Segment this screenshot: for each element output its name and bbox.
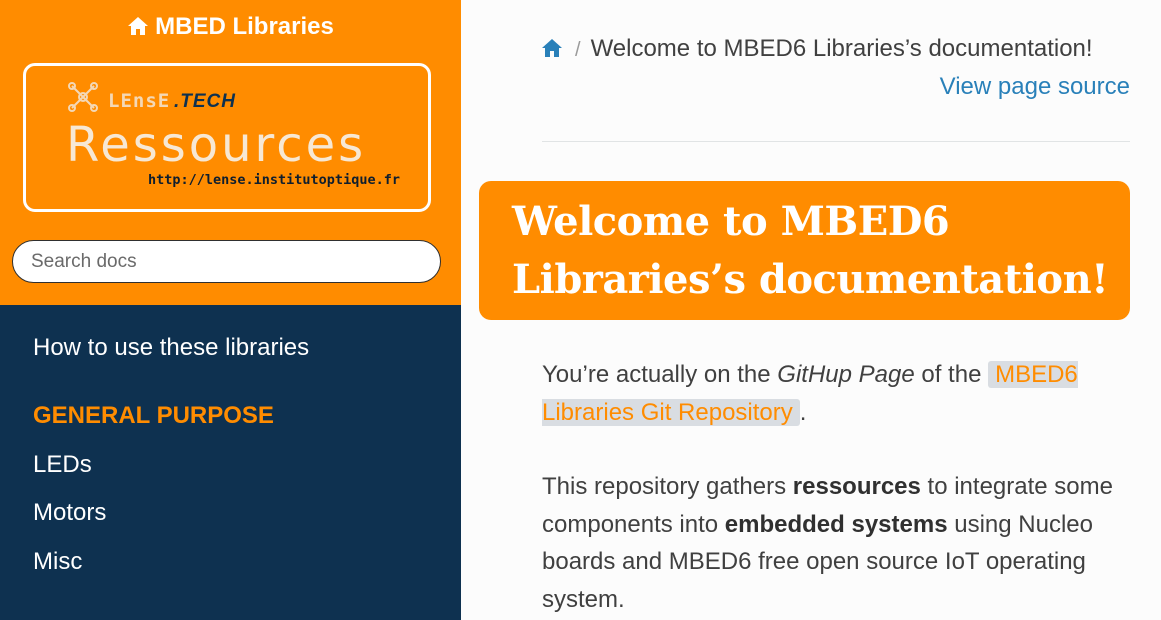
page-title: Welcome to MBED6 Libraries’s documentati… [512,198,1109,303]
network-nodes-icon [66,80,100,119]
intro-text-3: . [799,398,807,426]
logo-brand-suffix: .TECH [174,91,236,112]
nav-item-leds[interactable]: LEDs [33,450,92,480]
project-home-link[interactable]: MBED Libraries [0,12,461,44]
sidebar: MBED Libraries LEnsE .TECH Ressources ht… [0,0,461,620]
main-content: / Welcome to MBED6 Libraries’s documentat… [461,0,1161,620]
intro-text-1: You’re actually on the [542,361,778,388]
intro-paragraph: You’re actually on the GitHup Page of th… [542,356,1132,431]
sidebar-header: MBED Libraries LEnsE .TECH Ressources ht… [0,0,461,305]
desc-bold-1: ressources [792,473,921,500]
description-paragraph: This repository gathers ressources to in… [542,468,1132,618]
breadcrumb-home-icon[interactable] [541,36,563,66]
intro-text-2: of the [914,361,989,388]
header-divider [542,141,1130,142]
nav-item-motors[interactable]: Motors [33,498,106,528]
breadcrumb: / Welcome to MBED6 Libraries’s documentat… [541,34,1131,66]
desc-text-1: This repository gathers [542,473,793,500]
desc-bold-2: embedded systems [724,510,948,538]
breadcrumb-separator: / [575,39,581,61]
nav-item-misc[interactable]: Misc [33,547,82,577]
search-input[interactable] [12,240,441,283]
nav-caption-general-purpose: GENERAL PURPOSE [33,402,274,429]
logo-title: Ressources [66,117,367,173]
view-page-source-link[interactable]: View page source [940,72,1130,102]
lense-logo[interactable]: LEnsE .TECH Ressources http://lense.inst… [23,63,431,212]
page-title-banner: Welcome to MBED6 Libraries’s documentati… [479,181,1130,320]
intro-emphasis: GitHup Page [777,361,915,388]
search-box [12,240,441,283]
logo-brand: LEnsE [108,90,171,112]
logo-url: http://lense.institutoptique.fr [148,172,400,188]
project-title: MBED Libraries [155,13,334,40]
nav-item-how-to-use[interactable]: How to use these libraries [33,333,309,363]
home-icon [127,14,149,44]
breadcrumb-current: Welcome to MBED6 Libraries’s documentati… [590,35,1093,62]
